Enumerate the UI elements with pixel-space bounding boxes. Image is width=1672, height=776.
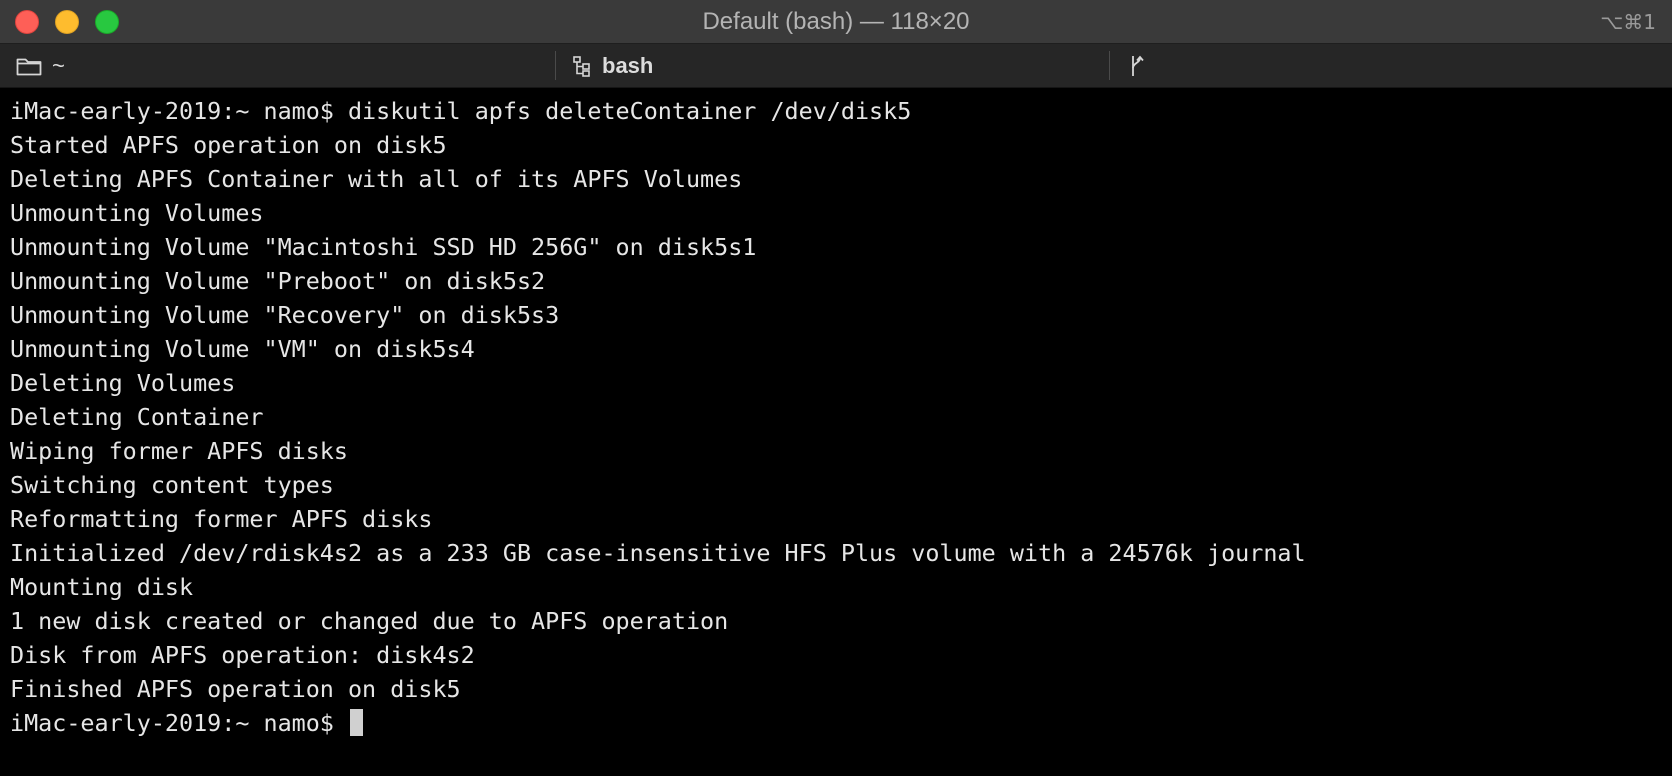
output-line: Unmounting Volume "VM" on disk5s4 xyxy=(10,335,475,363)
tab-bar: ~ bash xyxy=(0,44,1672,88)
terminal-output[interactable]: iMac-early-2019:~ namo$ diskutil apfs de… xyxy=(0,88,1672,776)
output-line: Mounting disk xyxy=(10,573,194,601)
process-tree-icon xyxy=(572,55,592,77)
title-bar[interactable]: Default (bash) — 118×20 ⌥⌘1 xyxy=(0,0,1672,44)
folder-icon xyxy=(16,56,42,76)
output-line: Unmounting Volumes xyxy=(10,199,264,227)
output-line: Disk from APFS operation: disk4s2 xyxy=(10,641,475,669)
output-line: Initialized /dev/rdisk4s2 as a 233 GB ca… xyxy=(10,539,1306,567)
window-shortcut: ⌥⌘1 xyxy=(1600,10,1656,34)
output-line: Deleting Container xyxy=(10,403,264,431)
output-line: Unmounting Volume "Recovery" on disk5s3 xyxy=(10,301,560,329)
output-line: Deleting Volumes xyxy=(10,369,236,397)
output-line: Reformatting former APFS disks xyxy=(10,505,433,533)
branch-section[interactable] xyxy=(1128,44,1648,87)
directory-label: ~ xyxy=(52,52,65,78)
output-line: Unmounting Volume "Preboot" on disk5s2 xyxy=(10,267,546,295)
output-line: Started APFS operation on disk5 xyxy=(10,131,447,159)
output-line: Finished APFS operation on disk5 xyxy=(10,675,461,703)
process-section[interactable]: bash xyxy=(572,44,1102,87)
branch-icon xyxy=(1128,54,1146,78)
output-line: 1 new disk created or changed due to APF… xyxy=(10,607,729,635)
output-line: Deleting APFS Container with all of its … xyxy=(10,165,743,193)
terminal-window: Default (bash) — 118×20 ⌥⌘1 ~ bash iMac-… xyxy=(0,0,1672,776)
window-title: Default (bash) — 118×20 xyxy=(702,8,970,35)
prompt-line[interactable]: iMac-early-2019:~ namo$ xyxy=(10,706,1672,740)
directory-section[interactable]: ~ xyxy=(16,44,546,87)
terminal-lines: iMac-early-2019:~ namo$ diskutil apfs de… xyxy=(10,94,1672,706)
text-cursor xyxy=(349,709,363,736)
tab-divider xyxy=(555,51,556,80)
tab-divider xyxy=(1109,51,1110,80)
prompt-text: iMac-early-2019:~ namo$ xyxy=(10,709,348,737)
process-label: bash xyxy=(602,52,654,78)
output-line: iMac-early-2019:~ namo$ diskutil apfs de… xyxy=(10,97,912,125)
output-line: Wiping former APFS disks xyxy=(10,437,348,465)
output-line: Unmounting Volume "Macintoshi SSD HD 256… xyxy=(10,233,757,261)
output-line: Switching content types xyxy=(10,471,334,499)
